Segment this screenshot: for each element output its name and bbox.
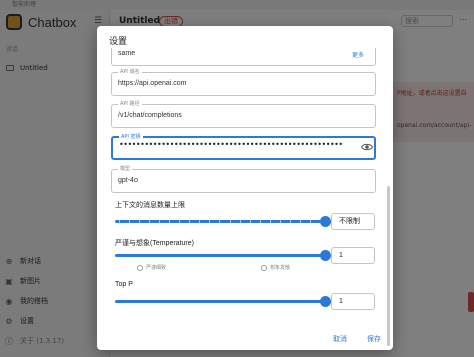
provider-value: same xyxy=(118,50,136,57)
slider-track xyxy=(115,254,325,257)
slider-thumb[interactable] xyxy=(320,296,331,307)
temperature-hint-right: 想象发散 xyxy=(261,264,290,271)
temperature-input[interactable]: 1 xyxy=(331,247,375,264)
api-path-field[interactable]: API 路径 /v1/chat/completions xyxy=(111,100,376,128)
cancel-button[interactable]: 取消 xyxy=(333,334,347,344)
dialog-actions: 取消 保存 xyxy=(97,330,393,350)
temperature-hint-left: 严谨细致 xyxy=(137,264,166,271)
creative-icon xyxy=(261,264,267,271)
context-limit-input[interactable]: 不限制 xyxy=(331,213,375,230)
api-host-value: https://api.openai.com xyxy=(118,80,187,87)
api-host-label: API 域名 xyxy=(118,68,142,76)
api-path-label: API 路径 xyxy=(118,100,142,108)
provider-field[interactable]: same 更多 xyxy=(111,48,376,66)
temperature-slider[interactable] xyxy=(115,250,331,261)
model-label: 模型 xyxy=(118,165,133,173)
settings-dialog: 设置 same 更多 API 域名 https://api.openai.com… xyxy=(97,26,393,350)
model-value: gpt-4o xyxy=(118,177,138,184)
top-p-slider[interactable] xyxy=(115,296,331,307)
slider-thumb[interactable] xyxy=(320,250,331,261)
api-key-field[interactable]: API 密钥 •••••••••••••••••••••••••••••••••… xyxy=(111,133,376,160)
dialog-title: 设置 xyxy=(109,37,128,47)
api-path-value: /v1/chat/completions xyxy=(118,112,182,119)
context-limit-label: 上下文的消息数量上限 xyxy=(115,202,185,209)
slider-ticks xyxy=(115,220,325,223)
hint-left-text: 严谨细致 xyxy=(146,265,167,271)
eye-icon[interactable] xyxy=(361,142,373,152)
slider-track xyxy=(115,300,325,303)
top-p-input[interactable]: 1 xyxy=(331,293,375,310)
api-host-field[interactable]: API 域名 https://api.openai.com xyxy=(111,68,376,96)
save-button[interactable]: 保存 xyxy=(367,334,381,344)
top-p-label: Top P xyxy=(115,281,133,288)
dialog-body: same 更多 API 域名 https://api.openai.com AP… xyxy=(97,48,393,318)
provider-more-link[interactable]: 更多 xyxy=(352,50,364,59)
context-limit-slider[interactable] xyxy=(115,216,331,227)
api-key-value: ••••••••••••••••••••••••••••••••••••••••… xyxy=(119,140,344,149)
temperature-label: 严谨与想象(Temperature) xyxy=(115,240,194,247)
model-field[interactable]: 模型 gpt-4o xyxy=(111,165,376,193)
precise-icon xyxy=(137,264,143,271)
dialog-scrollbar[interactable] xyxy=(387,186,390,346)
hint-right-text: 想象发散 xyxy=(270,265,291,271)
slider-thumb[interactable] xyxy=(320,216,331,227)
